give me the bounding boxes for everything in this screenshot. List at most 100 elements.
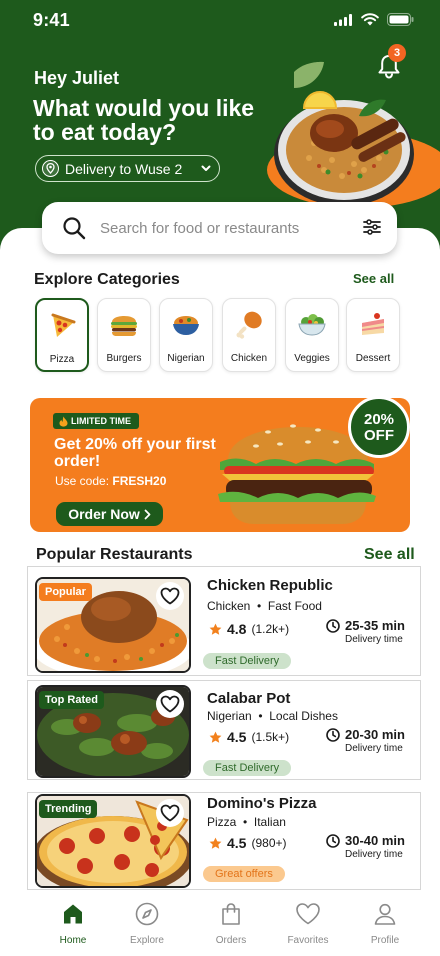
promo-code-prefix: Use code: (55, 474, 113, 488)
restaurant-rating: 4.5 (1.5k+) (209, 729, 289, 745)
category-label: Veggies (294, 353, 330, 364)
category-label: Nigerian (167, 353, 205, 364)
category-label: Dessert (355, 353, 391, 364)
headline: What would you like to eat today? (33, 95, 255, 145)
restaurant-image: Popular (35, 577, 191, 673)
restaurants-see-all-link[interactable]: See all (364, 546, 415, 564)
discount-percent: 20% (363, 411, 395, 428)
restaurant-tag-pill: Fast Delivery (203, 760, 292, 776)
category-label: Chicken (230, 353, 268, 364)
limited-time-label: LIMITED TIME (71, 416, 131, 426)
favorite-button[interactable] (156, 690, 184, 718)
location-pin-icon (42, 160, 59, 177)
cuisine-primary: Chicken (207, 599, 251, 613)
status-time: 9:41 (33, 10, 70, 30)
delivery-time-value: 20-30 min (345, 727, 405, 742)
restaurant-cuisine: Pizza • Italian (207, 815, 286, 829)
search-icon (63, 217, 86, 240)
cuisine-primary: Nigerian (207, 709, 252, 723)
user-icon (374, 903, 396, 925)
chevron-down-icon (201, 165, 211, 171)
fire-icon (59, 416, 68, 427)
nav-label: Explore (130, 935, 164, 946)
star-icon (209, 731, 222, 743)
order-now-label: Order Now (68, 506, 140, 522)
cuisine-secondary: Fast Food (267, 599, 322, 613)
categories-see-all-link[interactable]: See all (353, 271, 394, 286)
star-icon (209, 623, 222, 635)
clock-icon (326, 728, 340, 742)
burger-icon (111, 316, 137, 336)
nav-favorites[interactable]: Favorites (268, 902, 348, 946)
delivery-time-label: Delivery time (345, 634, 403, 645)
delivery-time: 20-30 min Delivery time (326, 728, 405, 755)
category-veggies[interactable]: Veggies (285, 298, 339, 372)
restaurant-image: Trending (35, 794, 191, 888)
signal-icon (334, 13, 352, 26)
cuisine-secondary: Local Dishes (269, 709, 338, 723)
nav-label: Profile (370, 935, 400, 946)
restaurant-name: Calabar Pot (207, 690, 291, 707)
restaurant-rating: 4.8 (1.2k+) (209, 621, 289, 637)
discount-badge: 20% OFF (348, 398, 410, 458)
chevron-right-icon (144, 509, 151, 519)
nav-explore[interactable]: Explore (107, 902, 187, 946)
restaurant-tag-pill: Great offers (203, 866, 285, 882)
favorite-button[interactable] (156, 582, 184, 610)
nav-home[interactable]: Home (33, 902, 113, 946)
home-icon (64, 904, 82, 924)
wifi-icon (361, 13, 379, 26)
category-burgers[interactable]: Burgers (97, 298, 151, 372)
review-count: (1.5k+) (251, 730, 290, 744)
cuisine-secondary: Italian (253, 815, 286, 829)
order-now-button[interactable]: Order Now (56, 502, 163, 526)
search-input[interactable]: Search for food or restaurants (100, 220, 299, 237)
restaurant-name: Domino's Pizza (207, 795, 317, 812)
delivery-location-selector[interactable]: Delivery to Wuse 2 (35, 155, 220, 182)
star-icon (209, 837, 222, 849)
nigerian-dish-icon (173, 316, 199, 335)
search-bar[interactable]: Search for food or restaurants (42, 202, 397, 254)
promo-title: Get 20% off your first order! (54, 436, 216, 470)
heart-icon (160, 587, 180, 605)
hero-food-bowl-image (267, 61, 440, 208)
nav-orders[interactable]: Orders (191, 902, 271, 946)
limited-time-tag: LIMITED TIME (53, 413, 139, 429)
delivery-time-value: 25-35 min (345, 618, 405, 633)
pizza-icon (51, 313, 76, 337)
restaurant-badge: Trending (39, 800, 98, 818)
restaurant-card[interactable]: Popular Chicken Republic Chicken • Fast … (27, 566, 421, 676)
rating-value: 4.5 (227, 835, 247, 851)
restaurant-card[interactable]: Top Rated Calabar Pot Nigerian • Local D… (27, 680, 421, 780)
category-chicken[interactable]: Chicken (222, 298, 276, 372)
chicken-leg-icon (236, 311, 262, 339)
status-bar: 9:41 (0, 0, 440, 40)
bottom-nav: Home Explore Orders Favorites Profile (0, 896, 440, 956)
promo-banner[interactable]: LIMITED TIME Get 20% off your first orde… (30, 398, 410, 532)
clock-icon (326, 619, 340, 633)
restaurant-card[interactable]: Trending Domino's Pizza Pizza • Italian … (27, 792, 421, 890)
category-nigerian[interactable]: Nigerian (159, 298, 213, 372)
restaurant-badge: Top Rated (39, 691, 104, 709)
promo-code-line: Use code: FRESH20 (55, 474, 166, 488)
status-icons (334, 13, 414, 26)
clock-icon (326, 834, 340, 848)
delivery-time: 25-35 min Delivery time (326, 619, 405, 646)
category-dessert[interactable]: Dessert (346, 298, 400, 372)
shopping-bag-icon (222, 903, 240, 925)
nav-label: Home (59, 935, 87, 946)
favorite-button[interactable] (156, 799, 184, 827)
nav-label: Favorites (287, 935, 329, 946)
salad-icon (298, 314, 326, 336)
heart-icon (160, 695, 180, 713)
restaurant-tag-pill: Fast Delivery (203, 653, 292, 669)
rating-value: 4.8 (227, 621, 247, 637)
delivery-time: 30-40 min Delivery time (326, 834, 405, 861)
nav-profile[interactable]: Profile (345, 902, 425, 946)
category-pizza[interactable]: Pizza (35, 298, 89, 372)
delivery-time-label: Delivery time (345, 849, 403, 860)
restaurant-rating: 4.5 (980+) (209, 835, 287, 851)
restaurant-cuisine: Nigerian • Local Dishes (207, 709, 338, 723)
filter-icon[interactable] (363, 219, 381, 235)
category-label: Pizza (49, 354, 75, 365)
